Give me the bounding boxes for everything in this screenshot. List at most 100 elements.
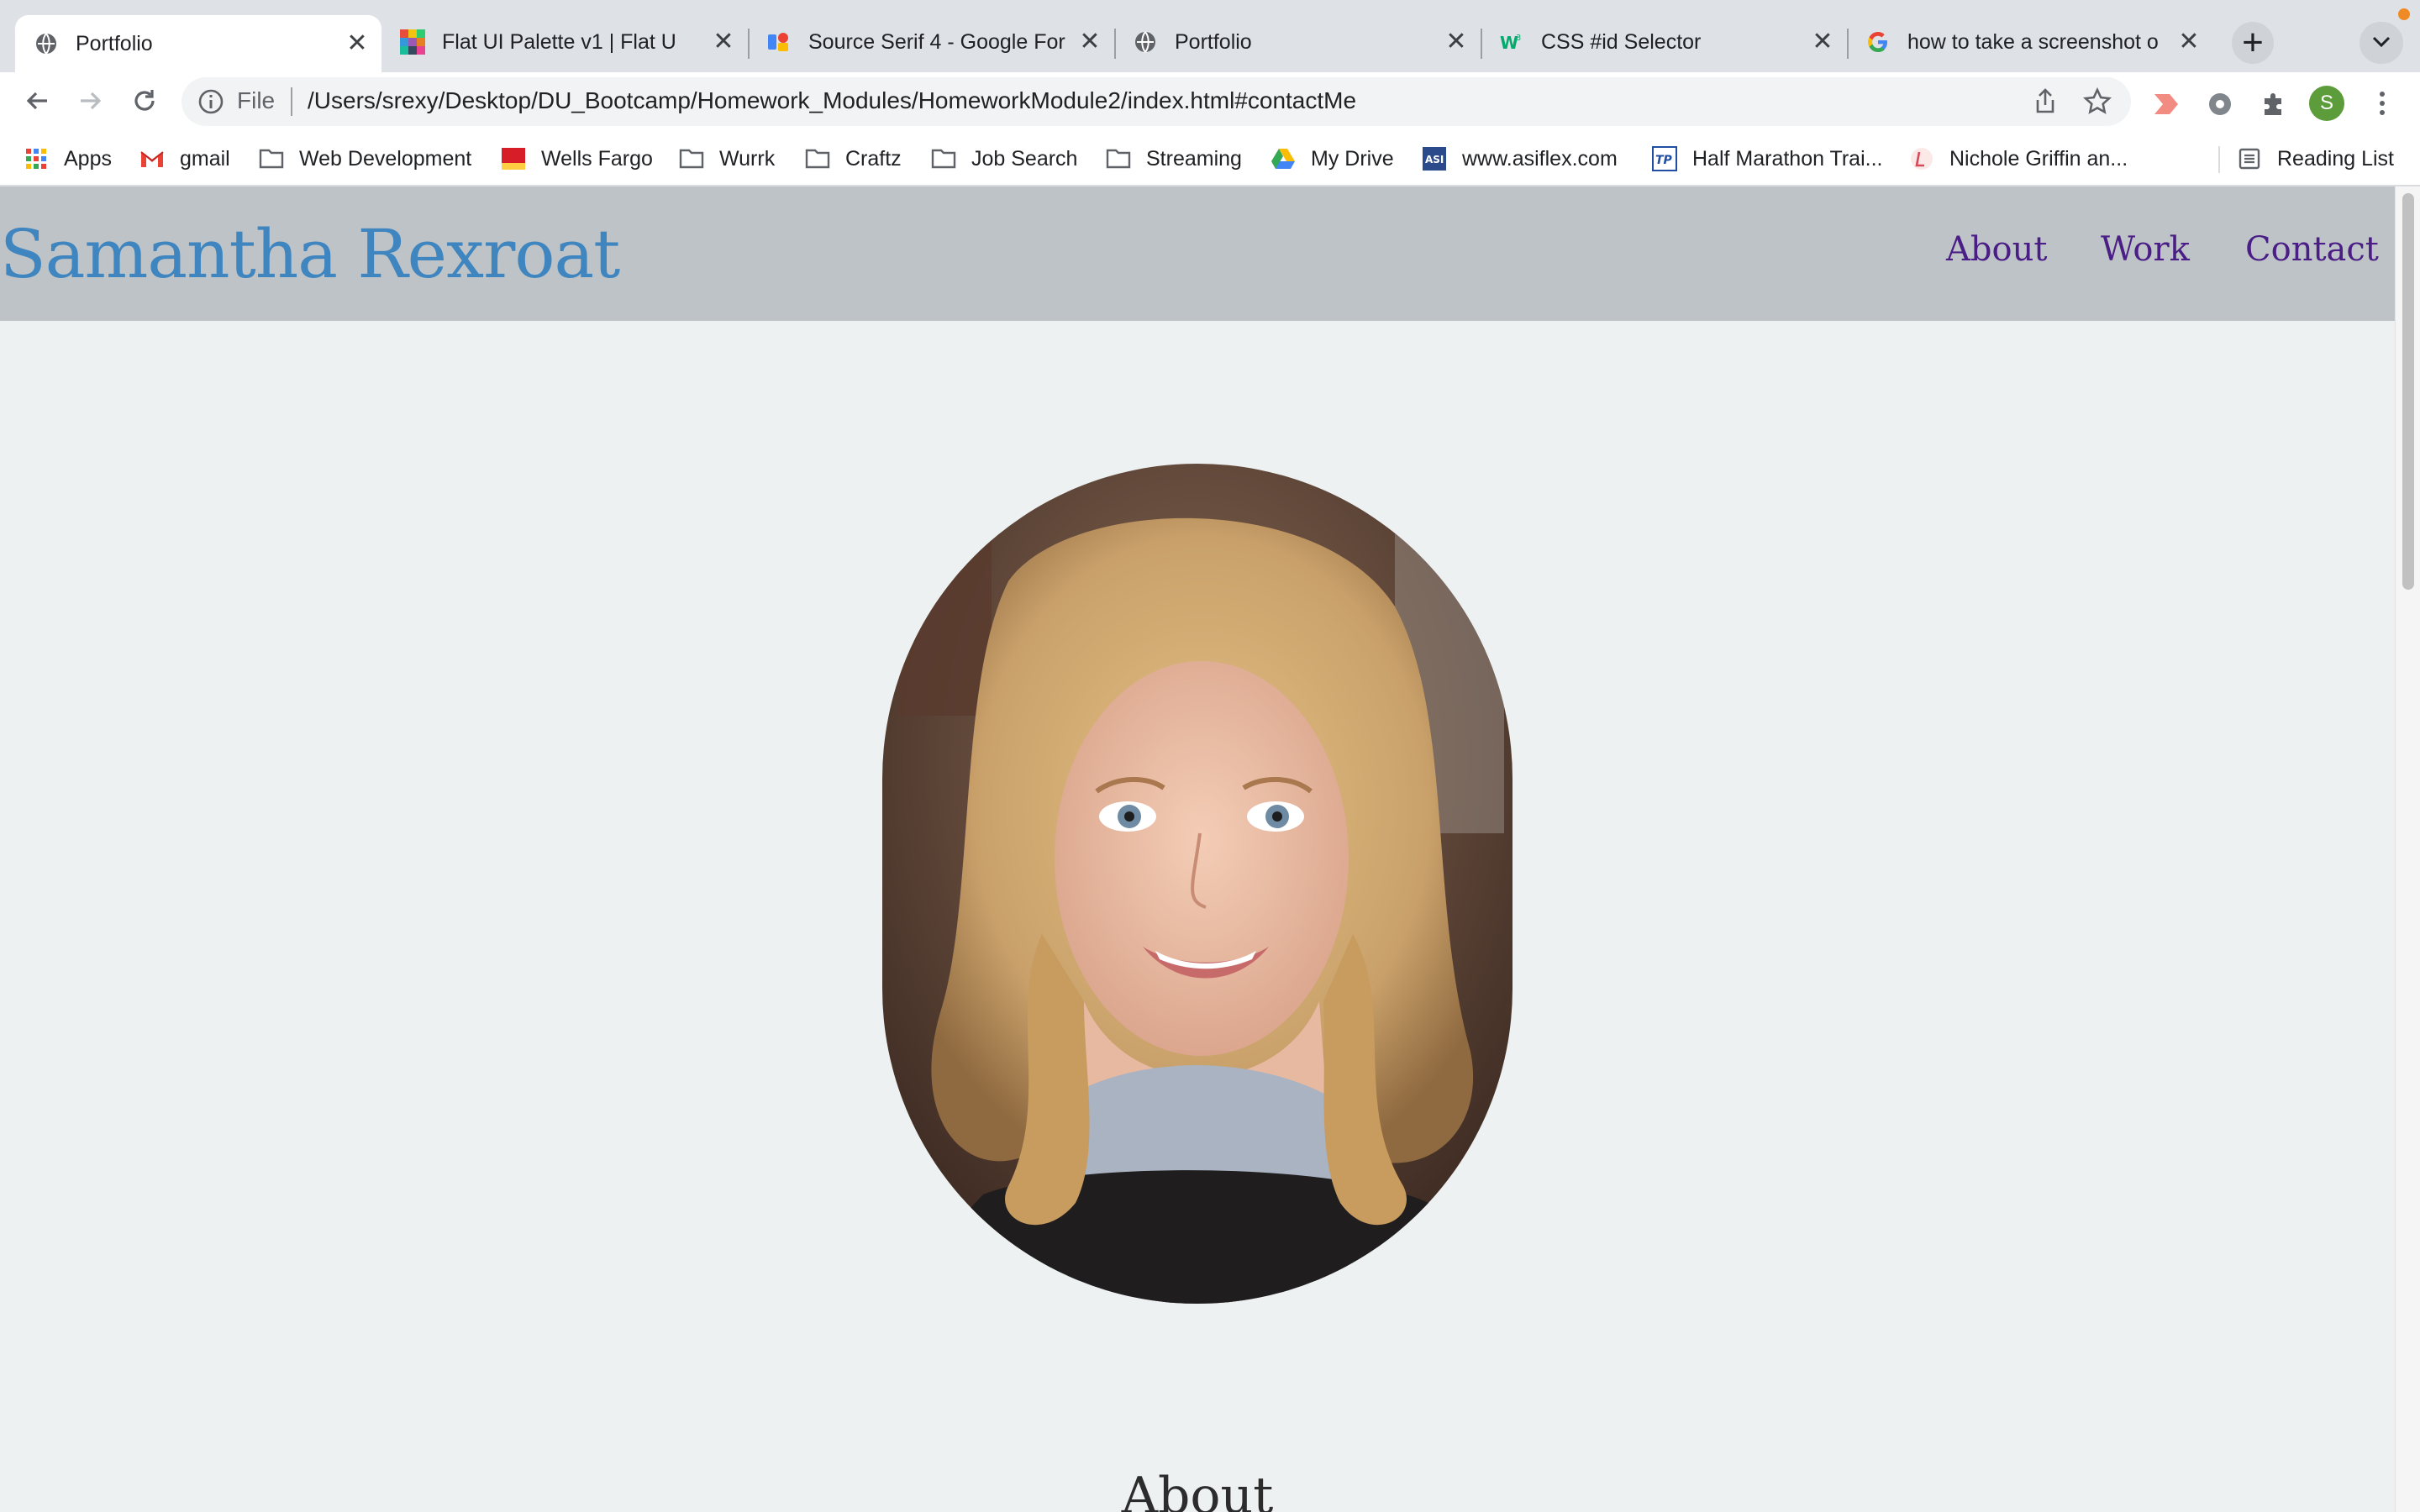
bookmark-craftz[interactable]: Craftz xyxy=(805,144,902,173)
close-tab-icon[interactable]: ✕ xyxy=(711,29,736,55)
bookmark-label: www.asiflex.com xyxy=(1462,146,1618,171)
tab-title: CSS #id Selector xyxy=(1541,29,1702,54)
tab-google-search[interactable]: how to take a screenshot o ✕ xyxy=(1847,15,2213,69)
scrollbar-thumb[interactable] xyxy=(2402,193,2414,590)
extensions-puzzle-icon[interactable] xyxy=(2257,87,2291,121)
close-tab-icon[interactable]: ✕ xyxy=(1077,29,1102,55)
tab-flat-ui-palette[interactable]: Flat UI Palette v1 | Flat U ✕ xyxy=(381,15,748,69)
reload-button[interactable] xyxy=(126,84,163,121)
folder-icon xyxy=(931,146,956,171)
bookmark-label: My Drive xyxy=(1311,146,1394,171)
new-tab-button[interactable]: + xyxy=(2232,22,2274,64)
bookmark-streaming[interactable]: Streaming xyxy=(1106,144,1242,173)
profile-avatar[interactable]: S xyxy=(2309,86,2344,121)
close-tab-icon[interactable]: ✕ xyxy=(1810,29,1835,55)
nav-link-work[interactable]: Work xyxy=(2101,230,2190,269)
google-icon xyxy=(1865,29,1891,55)
address-bar[interactable]: File /Users/srexy/Desktop/DU_Bootcamp/Ho… xyxy=(182,77,2131,126)
close-tab-icon[interactable]: ✕ xyxy=(345,31,370,56)
reload-icon xyxy=(130,87,159,119)
url-scheme-label: File xyxy=(237,87,276,113)
w3schools-icon: W3 xyxy=(1499,29,1524,55)
notification-dot xyxy=(2398,8,2410,20)
arrow-right-icon xyxy=(76,87,105,119)
url-text[interactable]: /Users/srexy/Desktop/DU_Bootcamp/Homewor… xyxy=(308,87,1356,114)
tab-search-button[interactable] xyxy=(2360,22,2403,64)
web-page: Samantha Rexroat About Work Contact Abou… xyxy=(0,186,2395,1512)
globe-icon xyxy=(1133,29,1158,55)
folder-icon xyxy=(679,146,704,171)
bookmark-job-search[interactable]: Job Search xyxy=(931,144,1077,173)
extension-gear-icon[interactable] xyxy=(2203,87,2237,121)
bookmark-half-marathon[interactable]: TP Half Marathon Trai... xyxy=(1652,144,1882,173)
gmail-icon xyxy=(139,146,165,171)
bookmark-label: Wurrk xyxy=(719,146,776,171)
palette-icon xyxy=(400,29,425,55)
arrow-left-icon xyxy=(23,87,51,119)
tab-title: how to take a screenshot o xyxy=(1907,29,2159,54)
page-scrollbar[interactable] xyxy=(2395,186,2420,1512)
bookmark-my-drive[interactable]: My Drive xyxy=(1270,144,1394,173)
omnibox-divider xyxy=(291,87,292,116)
browser-toolbar: File /Users/srexy/Desktop/DU_Bootcamp/Ho… xyxy=(0,72,2420,133)
folder-icon xyxy=(1106,146,1131,171)
nav-link-contact[interactable]: Contact xyxy=(2245,230,2379,269)
reading-list-button[interactable]: Reading List xyxy=(2237,144,2394,173)
tp-icon: TP xyxy=(1652,146,1677,171)
asiflex-icon: ASI xyxy=(1422,146,1447,171)
back-button[interactable] xyxy=(18,84,55,121)
google-fonts-icon xyxy=(766,29,792,55)
bookmark-nichole-griffin[interactable]: Nichole Griffin an... xyxy=(1909,144,2128,173)
menu-dot xyxy=(2380,101,2385,106)
svg-text:3: 3 xyxy=(1516,34,1521,43)
chevron-down-icon xyxy=(2371,34,2391,52)
tab-source-serif[interactable]: Source Serif 4 - Google For ✕ xyxy=(748,15,1114,69)
tab-portfolio[interactable]: Portfolio ✕ xyxy=(1114,15,1481,69)
share-icon[interactable] xyxy=(2030,87,2060,117)
extension-cast-icon[interactable] xyxy=(2149,87,2183,121)
folder-icon xyxy=(805,146,830,171)
tab-strip: Portfolio ✕ Flat UI Palette v1 | Flat U … xyxy=(0,0,2420,72)
tab-title: Portfolio xyxy=(76,31,153,55)
bookmark-label: Streaming xyxy=(1146,146,1242,171)
folder-icon xyxy=(259,146,284,171)
svg-text:TP: TP xyxy=(1655,154,1673,167)
bookmark-gmail[interactable]: gmail xyxy=(139,144,230,173)
bookmark-label: Craftz xyxy=(845,146,902,171)
wells-fargo-icon xyxy=(501,146,526,171)
site-header: Samantha Rexroat About Work Contact xyxy=(0,186,2395,321)
info-icon[interactable] xyxy=(197,87,225,116)
bookmark-label: Job Search xyxy=(971,146,1078,171)
tab-css-id-selector[interactable]: W3 CSS #id Selector ✕ xyxy=(1481,15,1847,69)
bookmark-web-development[interactable]: Web Development xyxy=(259,144,471,173)
site-icon xyxy=(1909,146,1934,171)
bookmark-label: Nichole Griffin an... xyxy=(1949,146,2128,171)
bookmark-label: Web Development xyxy=(299,146,472,171)
bookmark-label: Wells Fargo xyxy=(541,146,653,171)
about-heading: About xyxy=(1121,1467,1274,1512)
site-title: Samantha Rexroat xyxy=(0,215,620,293)
tab-portfolio-active[interactable]: Portfolio ✕ xyxy=(15,15,381,72)
reading-list-icon xyxy=(2237,146,2262,171)
tab-title: Flat UI Palette v1 | Flat U xyxy=(442,29,676,54)
bookmark-star-icon[interactable] xyxy=(2082,87,2112,117)
reading-list-label: Reading List xyxy=(2277,146,2394,171)
browser-menu-button[interactable] xyxy=(2370,86,2395,121)
menu-dot xyxy=(2380,92,2385,97)
bookmark-wells-fargo[interactable]: Wells Fargo xyxy=(501,144,653,173)
bookmark-apps[interactable]: Apps xyxy=(24,144,112,173)
bookmark-label: Apps xyxy=(64,146,112,171)
svg-text:ASI: ASI xyxy=(1425,154,1444,165)
bookmarks-divider xyxy=(2218,146,2220,173)
globe-icon xyxy=(34,31,59,56)
nav-link-about[interactable]: About xyxy=(1946,230,2047,269)
bookmark-label: Half Marathon Trai... xyxy=(1692,146,1883,171)
forward-button[interactable] xyxy=(72,84,109,121)
tab-title: Source Serif 4 - Google For xyxy=(808,29,1065,54)
close-tab-icon[interactable]: ✕ xyxy=(2176,29,2202,55)
bookmark-wurrk[interactable]: Wurrk xyxy=(679,144,775,173)
bookmark-asiflex[interactable]: ASI www.asiflex.com xyxy=(1422,144,1618,173)
tab-title: Portfolio xyxy=(1175,29,1252,54)
close-tab-icon[interactable]: ✕ xyxy=(1444,29,1469,55)
apps-grid-icon xyxy=(24,146,49,171)
